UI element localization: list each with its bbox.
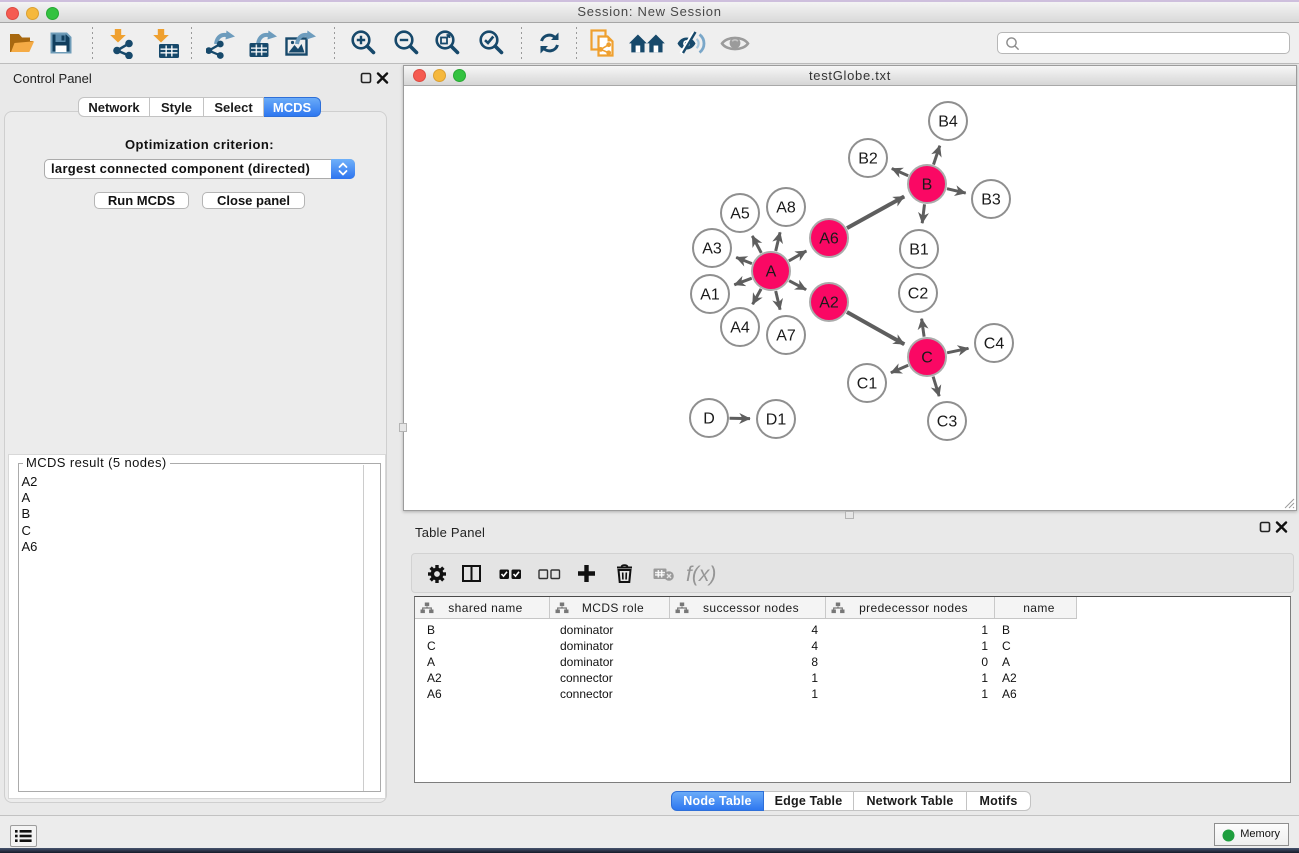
svg-text:A1: A1 — [700, 287, 720, 304]
svg-text:B1: B1 — [909, 242, 929, 259]
svg-text:B2: B2 — [858, 151, 878, 168]
svg-text:A5: A5 — [730, 206, 750, 223]
svg-text:B: B — [922, 177, 933, 194]
svg-text:A8: A8 — [776, 200, 796, 217]
svg-text:C3: C3 — [937, 414, 958, 431]
svg-text:C2: C2 — [908, 286, 929, 303]
svg-text:D: D — [703, 411, 715, 428]
svg-text:A: A — [766, 264, 777, 281]
svg-text:f(x): f(x) — [686, 563, 716, 586]
svg-text:B3: B3 — [981, 192, 1001, 209]
svg-text:C: C — [921, 350, 933, 367]
svg-text:B4: B4 — [938, 114, 958, 131]
svg-text:A2: A2 — [819, 295, 839, 312]
svg-text:A4: A4 — [730, 320, 750, 337]
svg-text:A3: A3 — [702, 241, 722, 258]
svg-text:A7: A7 — [776, 328, 796, 345]
svg-text:C4: C4 — [984, 336, 1005, 353]
svg-text:C1: C1 — [857, 376, 878, 393]
svg-text:A6: A6 — [819, 231, 839, 248]
svg-text:D1: D1 — [766, 412, 787, 429]
